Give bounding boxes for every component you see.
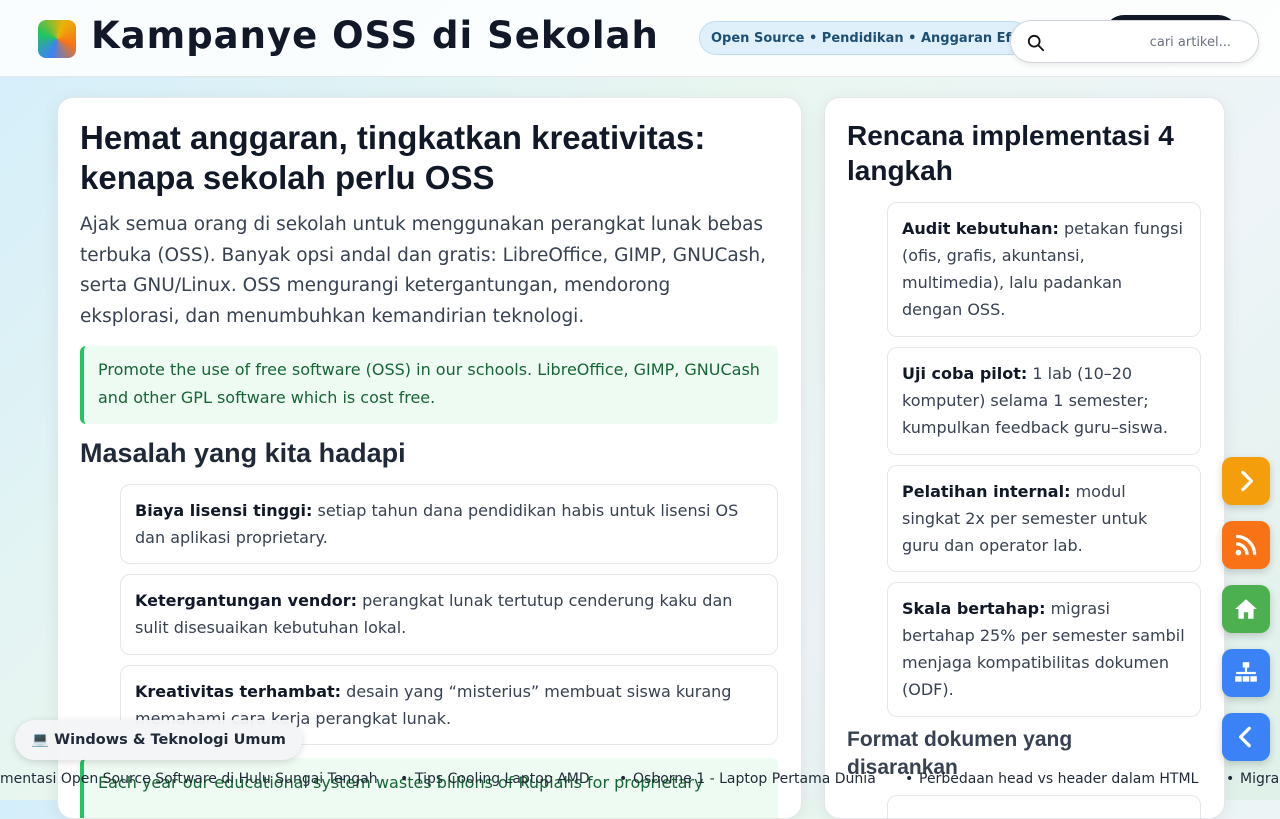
article-card: Hemat anggaran, tingkatkan kreativitas: … bbox=[57, 97, 802, 819]
article-title: Hemat anggaran, tingkatkan kreativitas: … bbox=[80, 119, 706, 196]
sitemap-button[interactable] bbox=[1222, 649, 1270, 697]
ticker-item[interactable]: Tips Cooling Laptop AMD bbox=[415, 768, 590, 790]
problem-term: Ketergantungan vendor: bbox=[135, 591, 358, 610]
ticker-item[interactable]: Migras bbox=[1240, 768, 1280, 790]
home-icon bbox=[1235, 599, 1257, 619]
category-label: Windows & Teknologi Umum bbox=[54, 732, 286, 748]
article-lead: Ajak semua orang di sekolah untuk menggu… bbox=[80, 214, 767, 327]
sitemap-icon bbox=[1235, 662, 1257, 682]
ticker-item[interactable]: Osborne 1 - Laptop Pertama Dunia bbox=[633, 768, 876, 790]
step-item: Skala bertahap: migrasi bertahap 25% per… bbox=[887, 582, 1201, 717]
laptop-icon: 💻 bbox=[31, 732, 50, 748]
rss-button[interactable] bbox=[1222, 521, 1270, 569]
problem-item: Ketergantungan vendor: perangkat lunak t… bbox=[120, 574, 778, 655]
problem-term: Kreativitas terhambat: bbox=[135, 682, 342, 701]
ticker-item[interactable]: mentasi Open Source Software di Hulu Sun… bbox=[0, 768, 378, 790]
implementation-card: Rencana implementasi 4 langkah Audit keb… bbox=[824, 97, 1225, 819]
search-input[interactable] bbox=[1055, 29, 1245, 55]
step-item: Audit kebutuhan: petakan fungsi (ofis, g… bbox=[887, 202, 1201, 337]
tagline-badge: Open Source • Pendidikan • Anggaran Efek… bbox=[699, 21, 1029, 55]
prev-button[interactable] bbox=[1222, 713, 1270, 761]
site-header: Kampanye OSS di Sekolah Open Source • Pe… bbox=[0, 0, 1280, 77]
ticker-bullet: • bbox=[619, 771, 628, 787]
next-button[interactable] bbox=[1222, 457, 1270, 505]
ticker-bullet: • bbox=[905, 771, 914, 787]
search-box[interactable] bbox=[1010, 20, 1259, 63]
problems-heading: Masalah yang kita hadapi bbox=[80, 438, 406, 468]
format-item bbox=[887, 795, 1201, 818]
problem-item: Biaya lisensi tinggi: setiap tahun dana … bbox=[120, 484, 778, 564]
news-ticker: mentasi Open Source Software di Hulu Sun… bbox=[0, 768, 1280, 790]
step-term: Audit kebutuhan: bbox=[902, 219, 1059, 238]
step-item: Pelatihan internal: modul singkat 2x per… bbox=[887, 465, 1201, 572]
chevron-left-icon bbox=[1238, 726, 1251, 748]
step-term: Skala bertahap: bbox=[902, 599, 1046, 618]
ticker-bullet: • bbox=[1226, 771, 1235, 787]
chevron-right-icon bbox=[1241, 470, 1254, 492]
problem-term: Biaya lisensi tinggi: bbox=[135, 501, 313, 520]
step-item: Uji coba pilot: 1 lab (10–20 komputer) s… bbox=[887, 347, 1201, 455]
step-term: Pelatihan internal: bbox=[902, 482, 1071, 501]
ticker-item[interactable]: Perbedaan head vs header dalam HTML bbox=[919, 768, 1198, 790]
site-logo[interactable] bbox=[38, 20, 76, 58]
category-pill[interactable]: 💻 Windows & Teknologi Umum bbox=[15, 720, 302, 760]
step-term: Uji coba pilot: bbox=[902, 364, 1028, 383]
home-button[interactable] bbox=[1222, 585, 1270, 633]
search-icon bbox=[1027, 34, 1045, 52]
implementation-heading: Rencana implementasi 4 langkah bbox=[847, 120, 1174, 186]
site-title[interactable]: Kampanye OSS di Sekolah bbox=[91, 14, 659, 57]
ticker-bullet: • bbox=[400, 771, 409, 787]
rss-icon bbox=[1235, 534, 1257, 556]
article-quote: Promote the use of free software (OSS) i… bbox=[80, 346, 778, 424]
